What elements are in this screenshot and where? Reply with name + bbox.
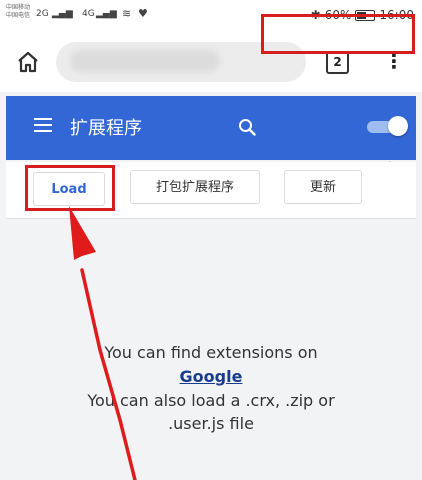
- annotation-arrow: [69, 206, 137, 480]
- arrow-head-icon: [69, 206, 96, 260]
